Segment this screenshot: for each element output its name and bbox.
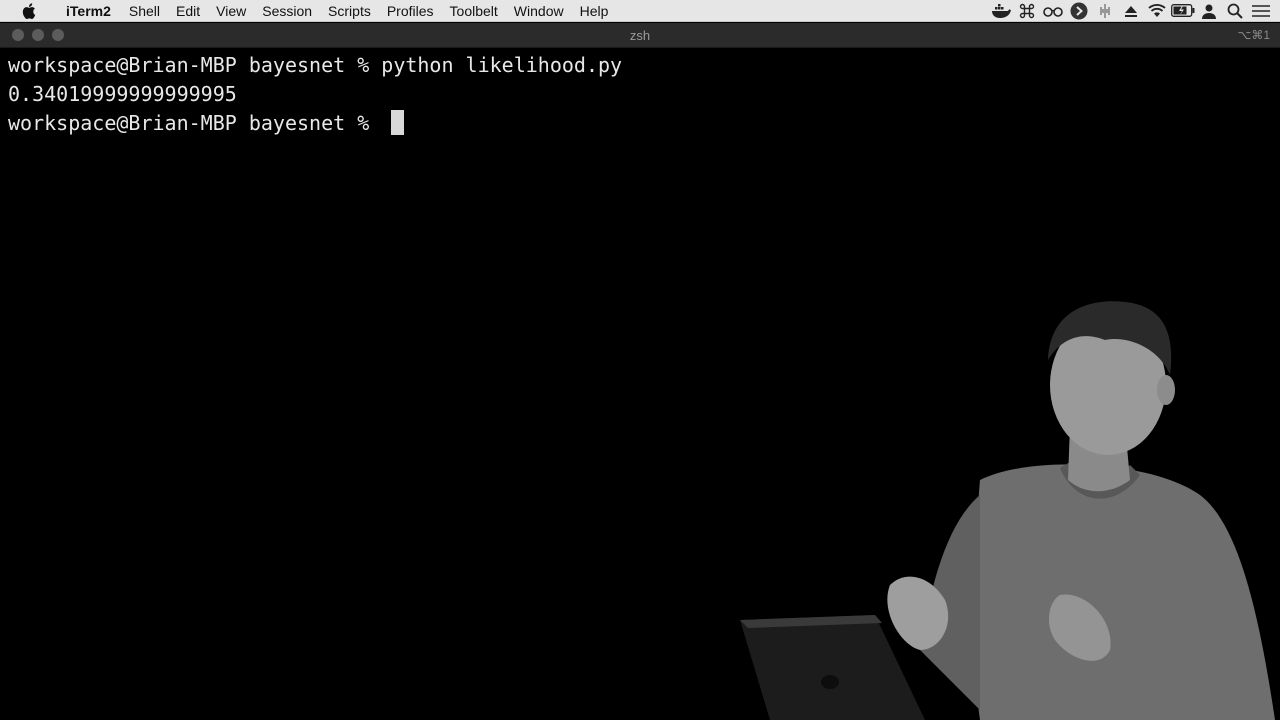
apple-icon[interactable] xyxy=(22,2,44,19)
terminal-line: 0.34019999999999995 xyxy=(8,82,237,106)
menu-view[interactable]: View xyxy=(208,0,254,22)
text-cursor xyxy=(391,110,405,135)
terminal-output[interactable]: workspace@Brian-MBP bayesnet % python li… xyxy=(8,51,1272,138)
terminal-line: workspace@Brian-MBP bayesnet % python li… xyxy=(8,53,623,77)
menu-app-name[interactable]: iTerm2 xyxy=(58,0,119,22)
battery-icon[interactable] xyxy=(1170,0,1196,22)
menu-session[interactable]: Session xyxy=(254,0,320,22)
terminal-prompt: workspace@Brian-MBP bayesnet % xyxy=(8,111,382,135)
glasses-icon[interactable] xyxy=(1040,0,1066,22)
menu-bar: iTerm2 Shell Edit View Session Scripts P… xyxy=(0,0,1280,22)
window-title: zsh xyxy=(629,28,651,43)
window-shortcut: ⌥⌘1 xyxy=(1237,28,1270,42)
status-area xyxy=(988,0,1274,22)
presenter-figure xyxy=(740,301,1275,720)
menu-shell[interactable]: Shell xyxy=(121,0,168,22)
window-titlebar: zsh ⌥⌘1 xyxy=(0,23,1280,48)
wifi-icon[interactable] xyxy=(1144,0,1170,22)
menu-edit[interactable]: Edit xyxy=(168,0,208,22)
forward-icon[interactable] xyxy=(1066,0,1092,22)
sound-icon[interactable] xyxy=(1092,0,1118,22)
menu-window[interactable]: Window xyxy=(506,0,572,22)
menu-scripts[interactable]: Scripts xyxy=(320,0,379,22)
docker-icon[interactable] xyxy=(988,0,1014,22)
search-icon[interactable] xyxy=(1222,0,1248,22)
user-icon[interactable] xyxy=(1196,0,1222,22)
command-icon[interactable] xyxy=(1014,0,1040,22)
eject-icon[interactable] xyxy=(1118,0,1144,22)
menu-profiles[interactable]: Profiles xyxy=(379,0,442,22)
control-center-icon[interactable] xyxy=(1248,0,1274,22)
terminal-prompt-line[interactable]: workspace@Brian-MBP bayesnet % xyxy=(8,109,1272,138)
menu-toolbelt[interactable]: Toolbelt xyxy=(442,0,506,22)
menu-help[interactable]: Help xyxy=(572,0,617,22)
